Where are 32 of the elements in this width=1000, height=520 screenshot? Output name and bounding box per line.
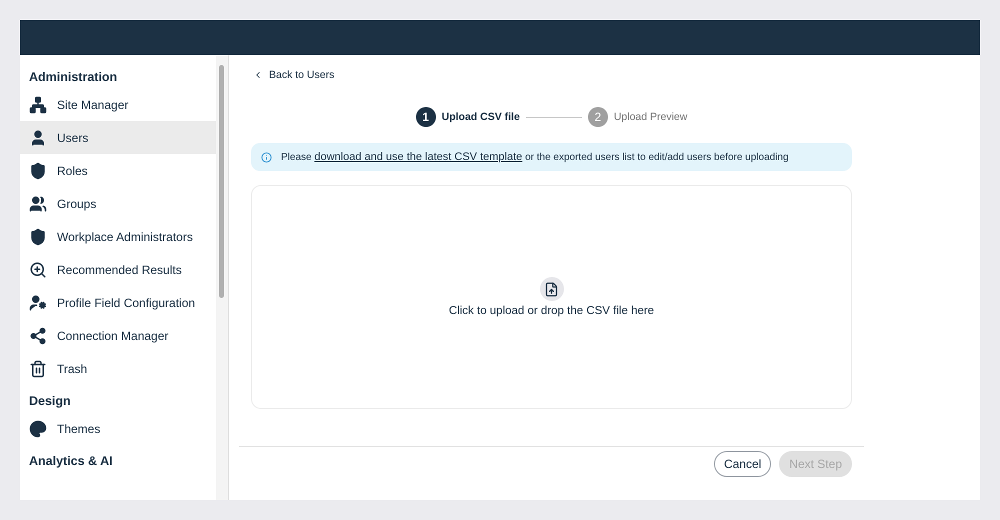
sidebar-item[interactable]: Site Manager: [20, 88, 216, 121]
sidebar-item[interactable]: Users: [20, 121, 216, 154]
step: 2 Upload Preview: [588, 107, 688, 127]
sidebar-item[interactable]: Roles: [20, 154, 216, 187]
section-title: Analytics & AI: [28, 453, 114, 470]
info-icon: [261, 152, 272, 162]
template-link[interactable]: download and use the latest CSV template: [314, 151, 522, 163]
dropzone-text: Click to upload or drop the CSV file here: [448, 305, 654, 317]
upload-dropzone[interactable]: Click to upload or drop the CSV file here: [251, 185, 852, 409]
sidebar-item[interactable]: Profile Field Configuration: [20, 286, 216, 319]
cancel-button[interactable]: Cancel: [714, 451, 772, 477]
back-link[interactable]: Back to Users: [253, 69, 334, 81]
person-icon: [29, 128, 47, 146]
sitemap-icon: [29, 96, 47, 114]
sidebar-item[interactable]: Themes: [20, 412, 216, 445]
section-title: Design: [28, 393, 72, 410]
network-icon: [29, 326, 47, 344]
trash-icon: [29, 360, 47, 378]
section-title: Administration: [28, 69, 118, 86]
sidebar-item[interactable]: Groups: [20, 187, 216, 220]
sidebar-item[interactable]: Connection Manager: [20, 319, 216, 352]
upload-file-icon: [540, 277, 564, 301]
scrollbar-thumb[interactable]: [219, 65, 224, 298]
scrollbar[interactable]: [216, 55, 229, 500]
zoom-icon: [29, 260, 47, 278]
people-icon: [29, 194, 47, 212]
sidebar-item[interactable]: Recommended Results: [20, 253, 216, 286]
step: 1 Upload CSV file: [416, 107, 520, 127]
sidebar-item[interactable]: Workplace Administrators: [20, 220, 216, 253]
sidebar-item[interactable]: Trash: [20, 352, 216, 385]
person-gear-icon: [29, 294, 47, 312]
info-text: Please download and use the latest CSV template or the exported users list to edit/add users before uploading: [281, 151, 789, 163]
